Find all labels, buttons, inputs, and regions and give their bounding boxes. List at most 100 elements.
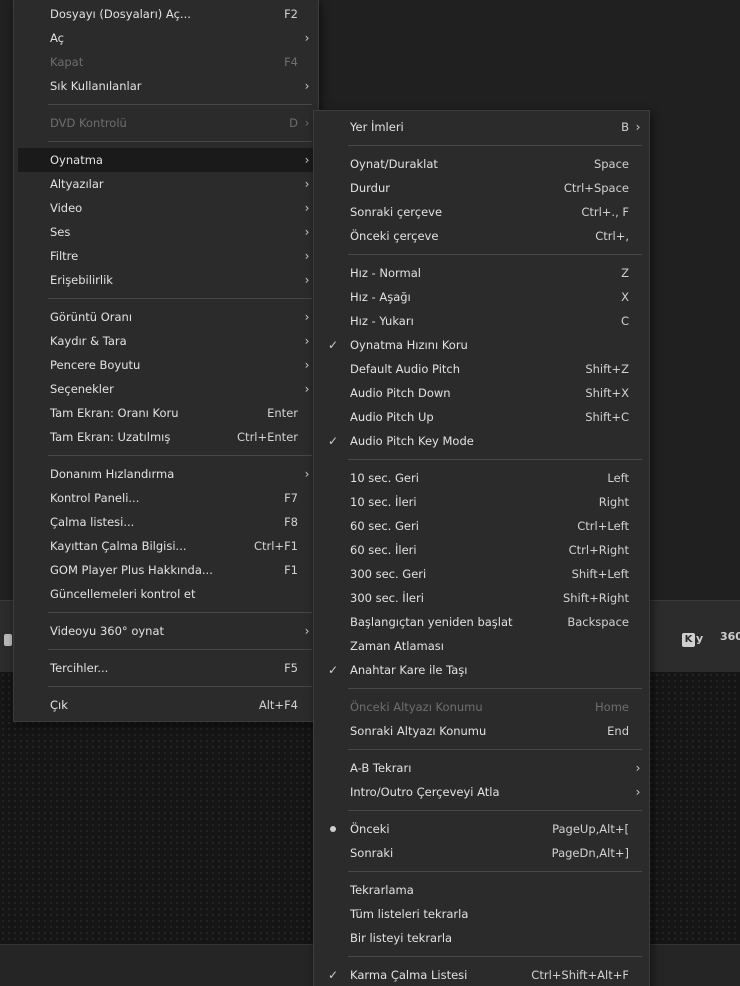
menu-item-play-360[interactable]: Videoyu 360° oynat › xyxy=(18,619,314,643)
checkmark-icon: ✓ xyxy=(327,338,339,352)
submenu-item-back-60[interactable]: 60 sec. Geri Ctrl+Left xyxy=(318,514,645,538)
menu-separator xyxy=(348,688,642,689)
submenu-item-speed-down[interactable]: Hız - Aşağı X xyxy=(318,285,645,309)
chevron-right-icon: › xyxy=(635,120,641,134)
menu-separator xyxy=(348,749,642,750)
menu-separator xyxy=(48,649,312,650)
submenu-item-next-subtitle-position[interactable]: Sonraki Altyazı Konumu End xyxy=(318,719,645,743)
chevron-right-icon: › xyxy=(304,177,310,191)
checkmark-icon: ✓ xyxy=(327,434,339,448)
chevron-right-icon: › xyxy=(304,201,310,215)
menu-item-window-size[interactable]: Pencere Boyutu › xyxy=(18,353,314,377)
submenu-item-speed-normal[interactable]: Hız - Normal Z xyxy=(318,261,645,285)
submenu-item-restart[interactable]: Başlangıçtan yeniden başlat Backspace xyxy=(318,610,645,634)
submenu-item-next-frame[interactable]: Sonraki çerçeve Ctrl+., F xyxy=(318,200,645,224)
chevron-right-icon: › xyxy=(304,467,310,481)
menu-item-accessibility[interactable]: Erişebilirlik › xyxy=(18,268,314,292)
menu-item-pan-scan[interactable]: Kaydır & Tara › xyxy=(18,329,314,353)
submenu-item-stop[interactable]: Durdur Ctrl+Space xyxy=(318,176,645,200)
chevron-right-icon: › xyxy=(635,761,641,775)
chevron-right-icon: › xyxy=(304,273,310,287)
submenu-item-repeat-one[interactable]: Bir listeyi tekrarla xyxy=(318,926,645,950)
submenu-item-prev-subtitle-position: Önceki Altyazı Konumu Home xyxy=(350,700,629,714)
menu-separator xyxy=(348,145,642,146)
submenu-item-speed-up[interactable]: Hız - Yukarı C xyxy=(318,309,645,333)
vr-360-icon[interactable]: 360 xyxy=(720,630,740,643)
chevron-right-icon: › xyxy=(304,382,310,396)
chevron-right-icon: › xyxy=(304,116,310,130)
chevron-right-icon: › xyxy=(304,310,310,324)
menu-separator xyxy=(48,455,312,456)
submenu-item-repeat-all[interactable]: Tüm listeleri tekrarla xyxy=(318,902,645,926)
submenu-item-pitch-up[interactable]: Audio Pitch Up Shift+C xyxy=(318,405,645,429)
chevron-right-icon: › xyxy=(304,79,310,93)
menu-item-subtitles[interactable]: Altyazılar › xyxy=(18,172,314,196)
menu-item-favorites[interactable]: Sık Kullanılanlar › xyxy=(18,74,314,98)
submenu-item-next[interactable]: Sonraki PageDn,Alt+] xyxy=(318,841,645,865)
menu-item-aspect-ratio[interactable]: Görüntü Oranı › xyxy=(18,305,314,329)
submenu-item-pitch-key-mode[interactable]: ✓ Audio Pitch Key Mode xyxy=(318,429,645,453)
menu-separator xyxy=(348,459,642,460)
menu-item-options[interactable]: Seçenekler › xyxy=(18,377,314,401)
menu-item-dvd-control: DVD Kontrolü D › xyxy=(18,111,314,135)
main-context-menu: Dosyayı (Dosyaları) Aç... F2 Aç › Kapat F4 … xyxy=(13,0,319,722)
menu-item-exit[interactable]: Çık Alt+F4 xyxy=(18,693,314,717)
menu-item-open[interactable]: Aç › xyxy=(18,26,314,50)
submenu-item-back-300[interactable]: 300 sec. Geri Shift+Left xyxy=(318,562,645,586)
submenu-item-forward-10[interactable]: 10 sec. İleri Right xyxy=(318,490,645,514)
menu-separator xyxy=(348,956,642,957)
submenu-item-forward-60[interactable]: 60 sec. İleri Ctrl+Right xyxy=(318,538,645,562)
submenu-item-ab-repeat[interactable]: A-B Tekrarı › xyxy=(318,756,645,780)
submenu-item-keyframe-seek[interactable]: ✓ Anahtar Kare ile Taşı xyxy=(318,658,645,682)
radio-dot-icon xyxy=(330,826,336,832)
menu-separator xyxy=(48,141,312,142)
menu-item-fullscreen-keep-ratio[interactable]: Tam Ekran: Oranı Koru Enter xyxy=(18,401,314,425)
submenu-item-default-pitch[interactable]: Default Audio Pitch Shift+Z xyxy=(318,357,645,381)
chevron-right-icon: › xyxy=(304,225,310,239)
key-mode-icon[interactable]: Ky xyxy=(682,631,708,649)
menu-separator xyxy=(348,254,642,255)
menu-item-check-updates[interactable]: Güncellemeleri kontrol et xyxy=(18,582,314,606)
submenu-item-no-repeat[interactable]: Tekrarlama xyxy=(318,878,645,902)
menu-item-playlist[interactable]: Çalma listesi... F8 xyxy=(18,510,314,534)
menu-item-hardware-acceleration[interactable]: Donanım Hızlandırma › xyxy=(18,462,314,486)
chevron-right-icon: › xyxy=(304,624,310,638)
chevron-right-icon: › xyxy=(304,249,310,263)
control-bar-button[interactable] xyxy=(4,634,12,646)
chevron-right-icon: › xyxy=(304,334,310,348)
submenu-item-play-pause[interactable]: Oynat/Duraklat Space xyxy=(318,152,645,176)
menu-item-filter[interactable]: Filtre › xyxy=(18,244,314,268)
menu-separator xyxy=(348,810,642,811)
menu-item-close: Kapat F4 xyxy=(50,55,298,69)
menu-item-control-panel[interactable]: Kontrol Paneli... F7 xyxy=(18,486,314,510)
submenu-item-skip-intro-outro[interactable]: Intro/Outro Çerçeveyi Atla › xyxy=(318,780,645,804)
menu-item-about[interactable]: GOM Player Plus Hakkında... F1 xyxy=(18,558,314,582)
menu-item-open-files[interactable]: Dosyayı (Dosyaları) Aç... F2 xyxy=(18,2,314,26)
menu-separator xyxy=(48,612,312,613)
menu-item-audio[interactable]: Ses › xyxy=(18,220,314,244)
submenu-item-shuffle[interactable]: ✓ Karma Çalma Listesi Ctrl+Shift+Alt+F xyxy=(318,963,645,986)
chevron-right-icon: › xyxy=(635,785,641,799)
submenu-item-pitch-down[interactable]: Audio Pitch Down Shift+X xyxy=(318,381,645,405)
submenu-item-previous[interactable]: Önceki PageUp,Alt+[ xyxy=(318,817,645,841)
menu-item-fullscreen-stretched[interactable]: Tam Ekran: Uzatılmış Ctrl+Enter xyxy=(18,425,314,449)
submenu-item-keep-speed[interactable]: ✓ Oynatma Hızını Koru xyxy=(318,333,645,357)
submenu-item-forward-300[interactable]: 300 sec. İleri Shift+Right xyxy=(318,586,645,610)
submenu-item-back-10[interactable]: 10 sec. Geri Left xyxy=(318,466,645,490)
submenu-item-time-skip[interactable]: Zaman Atlaması xyxy=(318,634,645,658)
menu-item-playback-info[interactable]: Kayıttan Çalma Bilgisi... Ctrl+F1 xyxy=(18,534,314,558)
menu-separator xyxy=(48,104,312,105)
checkmark-icon: ✓ xyxy=(327,663,339,677)
menu-separator xyxy=(48,686,312,687)
chevron-right-icon: › xyxy=(304,153,310,167)
submenu-item-bookmarks[interactable]: Yer İmleri B › xyxy=(318,115,645,139)
menu-item-video[interactable]: Video › xyxy=(18,196,314,220)
chevron-right-icon: › xyxy=(304,31,310,45)
menu-separator xyxy=(48,298,312,299)
menu-item-playback[interactable]: Oynatma › xyxy=(18,148,314,172)
menu-item-preferences[interactable]: Tercihler... F5 xyxy=(18,656,314,680)
checkmark-icon: ✓ xyxy=(327,968,339,982)
chevron-right-icon: › xyxy=(304,358,310,372)
playback-submenu: Yer İmleri B › Oynat/Duraklat Space Durdur C… xyxy=(313,110,650,986)
submenu-item-previous-frame[interactable]: Önceki çerçeve Ctrl+, xyxy=(318,224,645,248)
